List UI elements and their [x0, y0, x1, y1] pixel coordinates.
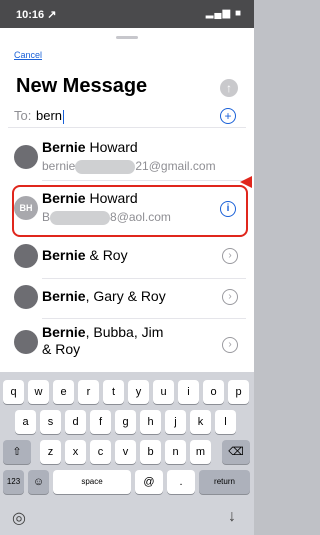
cancel-button[interactable]: Cancel	[14, 50, 42, 60]
avatar	[14, 145, 38, 169]
contact-suggestion[interactable]: Bernie, Gary & Roy ›	[8, 281, 246, 317]
annotation-arrow	[240, 176, 252, 188]
key-b[interactable]: b	[140, 440, 161, 464]
chevron-right-icon[interactable]: ›	[222, 337, 238, 353]
recipient-text: bern	[36, 108, 63, 123]
to-field[interactable]: To: bern +	[8, 103, 246, 128]
contact-name: Bernie & Roy	[42, 247, 128, 263]
contact-suggestion[interactable]: Bernie Howard bernie 21@gmail.com	[8, 137, 246, 181]
key-d[interactable]: d	[65, 410, 86, 434]
key-j[interactable]: j	[165, 410, 186, 434]
chevron-right-icon[interactable]: ›	[222, 248, 238, 264]
recipient-input[interactable]: bern	[36, 108, 65, 124]
divider	[42, 318, 246, 319]
redaction-blur	[75, 159, 136, 174]
contact-name-line2: & Roy	[42, 341, 81, 357]
numbers-key[interactable]: 123	[3, 470, 24, 494]
globe-icon[interactable]: ◎	[12, 508, 26, 528]
space-key[interactable]: space	[53, 470, 131, 494]
return-key[interactable]: return	[199, 470, 250, 494]
key-w[interactable]: w	[28, 380, 49, 404]
signal-wifi-battery-icons: ▂▄▆ ■	[205, 8, 242, 19]
status-time: 10:16 ↗	[16, 9, 57, 21]
contact-name: Bernie, Gary & Roy	[42, 288, 166, 304]
annotation-highlight-box	[12, 185, 248, 237]
key-p[interactable]: p	[228, 380, 249, 404]
chevron-right-icon[interactable]: ›	[222, 289, 238, 305]
key-t[interactable]: t	[103, 380, 124, 404]
key-i[interactable]: i	[178, 380, 199, 404]
contact-name: Bernie Howard	[42, 139, 138, 155]
to-label: To:	[14, 108, 32, 123]
key-h[interactable]: h	[140, 410, 161, 434]
text-caret	[63, 109, 65, 124]
key-e[interactable]: e	[53, 380, 74, 404]
key-c[interactable]: c	[90, 440, 111, 464]
key-q[interactable]: q	[3, 380, 24, 404]
at-key[interactable]: @	[135, 470, 163, 494]
arrow-up-icon: ↑	[226, 81, 232, 95]
key-l[interactable]: l	[215, 410, 236, 434]
shift-key[interactable]: ⇧	[3, 440, 31, 464]
key-g[interactable]: g	[115, 410, 136, 434]
divider	[42, 180, 246, 181]
key-a[interactable]: a	[15, 410, 36, 434]
key-s[interactable]: s	[40, 410, 61, 434]
group-avatar	[14, 330, 38, 354]
keyboard: q w e r t y u i o p a s d f g h j k l ⇧ …	[0, 372, 254, 535]
microphone-icon[interactable]: ↓	[228, 508, 236, 526]
contact-suggestion[interactable]: Bernie, Bubba, Jim & Roy ›	[8, 324, 246, 366]
plus-circle-icon[interactable]: +	[220, 108, 236, 124]
key-f[interactable]: f	[90, 410, 111, 434]
key-u[interactable]: u	[153, 380, 174, 404]
key-n[interactable]: n	[165, 440, 186, 464]
contact-name: Bernie, Bubba, Jim	[42, 324, 164, 340]
page-title: New Message	[16, 75, 148, 97]
delete-key[interactable]: ⌫	[222, 440, 250, 464]
key-z[interactable]: z	[40, 440, 61, 464]
key-k[interactable]: k	[190, 410, 211, 434]
dot-key[interactable]: .	[167, 470, 195, 494]
emoji-key[interactable]: ☺	[28, 470, 49, 494]
group-avatar	[14, 285, 38, 309]
key-x[interactable]: x	[65, 440, 86, 464]
screen: 10:16 ↗ ▂▄▆ ■ Cancel New Message ↑ To: b…	[0, 0, 254, 535]
contact-email: bernie 21@gmail.com	[42, 159, 216, 174]
key-m[interactable]: m	[190, 440, 211, 464]
key-y[interactable]: y	[128, 380, 149, 404]
group-avatar	[14, 244, 38, 268]
send-button[interactable]: ↑	[220, 79, 238, 97]
status-bar: 10:16 ↗ ▂▄▆ ■	[0, 0, 254, 28]
contact-suggestion[interactable]: Bernie & Roy ›	[8, 241, 246, 277]
divider	[42, 278, 246, 279]
sheet-grabber[interactable]	[116, 36, 138, 39]
key-o[interactable]: o	[203, 380, 224, 404]
key-r[interactable]: r	[78, 380, 99, 404]
key-v[interactable]: v	[115, 440, 136, 464]
